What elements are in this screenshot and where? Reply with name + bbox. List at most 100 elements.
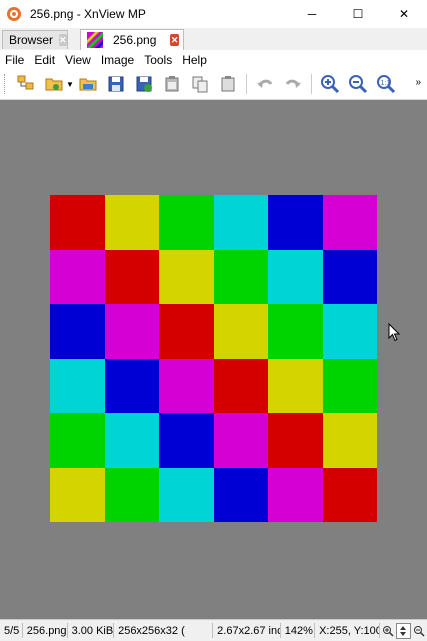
image-cell [159,249,214,304]
image-cell [268,358,323,413]
folder-button[interactable] [76,72,100,96]
image-cell [159,358,214,413]
status-zoom: 142% [281,623,316,638]
zoom-in-button[interactable] [318,72,342,96]
zoom-actual-button[interactable]: 1:1 [374,72,398,96]
image-cell [213,467,268,522]
xnview-app-icon [6,6,22,22]
image-cell [104,358,159,413]
zoom-spinner-button[interactable] [396,622,411,639]
toolbar-separator [311,74,312,94]
browse-icon [17,75,34,90]
tab-label: Browser [9,33,54,47]
menu-bar: File Edit View Image Tools Help [0,50,427,69]
maximize-button[interactable]: ☐ [335,0,381,28]
status-coords: X:255, Y:100 [315,623,380,638]
menu-edit[interactable]: Edit [29,53,60,67]
status-filesize: 3.00 KiB [68,623,115,638]
close-icon: ✕ [398,7,410,21]
image-cell [268,467,323,522]
menu-help[interactable]: Help [177,53,212,67]
image-cell [50,304,105,359]
paste-icon [165,76,179,92]
undo-button[interactable] [253,72,277,96]
image-cell [213,249,268,304]
image-cell [159,304,214,359]
image-cell [50,195,105,250]
save-as-button[interactable] [132,72,156,96]
window-title: 256.png - XnView MP [30,7,146,21]
open-dropdown-icon[interactable]: ▼ [66,72,74,96]
save-button[interactable] [104,72,128,96]
image-cell [159,467,214,522]
spinner-icon [400,625,407,636]
image-thumbnail-icon [87,32,103,48]
image-cell [213,195,268,250]
image-cell [104,413,159,468]
status-zoom-in-button[interactable] [380,623,396,639]
image-viewer[interactable] [0,100,427,619]
tab-strip: Browser ✕ 256.png ✕ [0,28,427,51]
toolbar-overflow-icon[interactable]: » [415,77,421,88]
image-cell [322,467,377,522]
minimize-icon: ─ [307,7,317,21]
image-cell [213,304,268,359]
close-button[interactable]: ✕ [381,0,427,28]
image-cell [322,249,377,304]
minimize-button[interactable]: ─ [289,0,335,28]
displayed-image [50,195,377,522]
copy-button[interactable] [188,72,212,96]
zoom-in-icon [383,625,394,637]
title-bar: 256.png - XnView MP ─ ☐ ✕ [0,0,427,28]
redo-icon [285,79,301,88]
image-cell [268,195,323,250]
image-cell [104,195,159,250]
tab-256-png[interactable]: 256.png ✕ [80,29,184,50]
status-bar: 5/5 256.png 3.00 KiB 256x256x32 ( 2.67x2… [0,619,427,641]
image-cell [159,195,214,250]
tab-close-icon[interactable]: ✕ [170,34,179,46]
zoom-out-icon [413,625,425,637]
image-cell [159,413,214,468]
paste-button[interactable] [160,72,184,96]
image-cell [268,304,323,359]
svg-text:1:1: 1:1 [381,80,391,87]
image-cell [50,249,105,304]
menu-file[interactable]: File [0,53,29,67]
image-cell [50,358,105,413]
image-cell [322,413,377,468]
menu-tools[interactable]: Tools [139,53,177,67]
image-cell [50,467,105,522]
image-cell [268,413,323,468]
zoom-actual-icon: 1:1 [377,75,396,94]
image-cell [213,413,268,468]
status-dimensions: 256x256x32 ( [114,623,214,638]
toolbar-grip[interactable] [4,74,8,94]
status-index: 5/5 [0,623,23,638]
menu-image[interactable]: Image [96,53,139,67]
image-cell [322,195,377,250]
image-cell [104,467,159,522]
open-button[interactable] [42,72,66,96]
zoom-out-button[interactable] [346,72,370,96]
tab-close-icon[interactable]: ✕ [59,34,67,46]
image-cell [50,413,105,468]
status-print-size: 2.67x2.67 inc [213,623,281,638]
redo-button[interactable] [281,72,305,96]
undo-icon [257,79,273,88]
clipboard-button[interactable] [216,72,240,96]
menu-view[interactable]: View [60,53,96,67]
image-cell [322,304,377,359]
copy-icon [192,76,208,93]
zoom-in-icon [321,75,340,94]
tab-browser[interactable]: Browser ✕ [2,30,68,49]
image-cell [104,304,159,359]
status-filename: 256.png [23,623,68,638]
browse-button[interactable] [14,72,38,96]
clipboard-icon [221,76,235,92]
save-as-icon [136,76,152,92]
image-cell [322,358,377,413]
status-zoom-out-button[interactable] [411,623,427,639]
toolbar: ▼ 1:1 » [0,69,427,100]
image-cell [268,249,323,304]
